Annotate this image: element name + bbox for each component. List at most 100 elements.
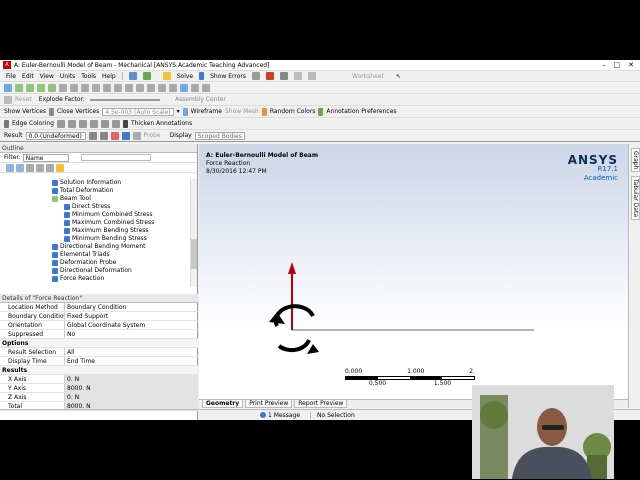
cursor-select-icon[interactable]: ↖ — [396, 73, 401, 80]
tree-item[interactable]: Deformation Probe — [0, 259, 190, 267]
tree-item[interactable]: Beam Tool — [0, 195, 190, 203]
tab-graph[interactable]: Graph — [631, 148, 640, 173]
next-view-icon[interactable] — [169, 83, 177, 92]
close-button[interactable]: ✕ — [628, 61, 634, 69]
reset-button[interactable]: Reset — [15, 96, 32, 103]
tree-sort-icon[interactable] — [46, 164, 54, 172]
link-icon[interactable] — [251, 72, 260, 80]
edge-style-2-icon[interactable] — [67, 119, 76, 128]
show-vertices-button[interactable]: Show Vertices — [4, 108, 46, 115]
contour-icon[interactable] — [88, 131, 97, 140]
details-row[interactable]: Orientation Global Coordinate System — [0, 321, 198, 330]
tree-folder-icon[interactable] — [56, 164, 64, 172]
menu-tools[interactable]: Tools — [81, 73, 96, 80]
iso-view-icon[interactable] — [180, 83, 188, 92]
filter-search-input[interactable] — [80, 154, 151, 161]
tree-scrollbar[interactable] — [190, 179, 197, 287]
tree-item[interactable]: Solution Information — [0, 179, 190, 187]
details-row[interactable]: Display Time End Time — [0, 357, 198, 366]
details-row[interactable]: Location Method Boundary Condition — [0, 303, 198, 312]
convert-icon[interactable] — [81, 83, 89, 92]
dropdown-arrow-icon[interactable]: ▾ — [177, 108, 180, 115]
menu-view[interactable]: View — [40, 73, 54, 80]
menu-edit[interactable]: Edit — [22, 73, 34, 80]
tree-item[interactable]: Minimum Bending Stress — [0, 235, 190, 243]
solve-button[interactable]: Solve — [177, 73, 193, 80]
select-mode-icon[interactable] — [4, 83, 12, 92]
tree-item[interactable]: Directional Deformation — [0, 267, 190, 275]
messages-status[interactable]: 1 Message — [260, 412, 300, 419]
filter-dropdown[interactable]: Name — [22, 153, 69, 162]
stop-icon[interactable] — [265, 72, 274, 80]
paste-icon[interactable] — [307, 72, 316, 80]
pin-icon[interactable] — [279, 72, 288, 80]
tree-item[interactable]: Elemental Triads — [0, 251, 190, 259]
tree-expand-icon[interactable] — [6, 164, 14, 172]
scoped-bodies-dropdown[interactable]: Scoped Bodies — [194, 131, 245, 140]
box-zoom-icon[interactable] — [125, 83, 133, 92]
menu-help[interactable]: Help — [102, 73, 116, 80]
edge-style-3-icon[interactable] — [78, 119, 87, 128]
random-colors-button[interactable]: Random Colors — [270, 108, 316, 115]
details-row[interactable]: X Axis 0. N — [0, 375, 198, 384]
viewport-layout-icon[interactable] — [202, 83, 210, 92]
new-analysis-icon[interactable] — [128, 72, 137, 80]
show-errors-button[interactable]: Show Errors — [210, 73, 246, 80]
assembly-center-dropdown[interactable]: Assembly Center — [175, 96, 226, 103]
previous-view-icon[interactable] — [158, 83, 166, 92]
tree-item[interactable]: Total Deformation — [0, 187, 190, 195]
tree-item[interactable]: Minimum Combined Stress — [0, 211, 190, 219]
zoom-icon[interactable] — [114, 83, 122, 92]
zoom-to-fit-icon[interactable] — [136, 83, 144, 92]
scale-dropdown[interactable]: 4.5e-003 (Auto Scale) — [102, 107, 174, 116]
edges-icon[interactable] — [99, 131, 108, 140]
annotation-preferences-button[interactable]: Annotation Preferences — [326, 108, 396, 115]
tab-report-preview[interactable]: Report Preview — [294, 400, 348, 408]
worksheet-button[interactable]: Worksheet — [352, 73, 384, 80]
vector-icon[interactable] — [132, 131, 141, 140]
result-scale-dropdown[interactable]: 0.0 (Undeformed) — [25, 131, 86, 140]
edge-style-1-icon[interactable] — [56, 119, 65, 128]
copy-icon[interactable] — [293, 72, 302, 80]
explode-factor-slider[interactable] — [89, 98, 160, 101]
menu-file[interactable]: File — [6, 73, 16, 80]
details-row[interactable]: Suppressed No — [0, 330, 198, 339]
show-mesh-button[interactable]: Show Mesh — [225, 108, 259, 115]
tree-item[interactable]: Force Reaction — [0, 275, 190, 283]
vertex-select-icon[interactable] — [15, 83, 23, 92]
max-min-icon[interactable] — [110, 131, 119, 140]
graphics-viewport[interactable]: A: Euler-Bernoulli Model of Beam Force R… — [199, 144, 628, 408]
edge-style-4-icon[interactable] — [89, 119, 98, 128]
tree-item[interactable]: Direct Stress — [0, 203, 190, 211]
close-vertices-button[interactable]: Close Vertices — [57, 108, 99, 115]
tree-collapse-icon[interactable] — [16, 164, 24, 172]
set-view-icon[interactable] — [191, 83, 199, 92]
legend-icon[interactable] — [121, 131, 130, 140]
face-select-icon[interactable] — [37, 83, 45, 92]
details-row[interactable]: Y Axis 8000. N — [0, 384, 198, 393]
tree-item[interactable]: Maximum Bending Stress — [0, 227, 190, 235]
select-by-icon[interactable] — [70, 83, 78, 92]
body-select-icon[interactable] — [48, 83, 56, 92]
tab-print-preview[interactable]: Print Preview — [245, 400, 293, 408]
minimize-button[interactable]: – — [602, 61, 606, 69]
maximize-button[interactable]: □ — [614, 61, 621, 69]
edge-style-6-icon[interactable] — [111, 119, 120, 128]
tree-search-icon[interactable] — [36, 164, 44, 172]
wireframe-button[interactable]: Wireframe — [191, 108, 222, 115]
thicken-annotations-button[interactable]: Thicken Annotations — [131, 120, 192, 127]
tab-tabular-data[interactable]: Tabular Data — [631, 176, 640, 221]
details-row[interactable]: Z Axis 0. N — [0, 393, 198, 402]
probe-button[interactable]: Probe — [144, 132, 161, 139]
pan-icon[interactable] — [103, 83, 111, 92]
tab-geometry[interactable]: Geometry — [202, 400, 244, 408]
edge-coloring-button[interactable]: Edge Coloring — [12, 120, 54, 127]
edge-style-5-icon[interactable] — [100, 119, 109, 128]
menu-units[interactable]: Units — [60, 73, 75, 80]
tree-item[interactable]: Maximum Combined Stress — [0, 219, 190, 227]
extend-selection-icon[interactable] — [59, 83, 67, 92]
details-row[interactable]: Result Selection All — [0, 348, 198, 357]
tree-item[interactable]: Directional Bending Moment — [0, 243, 190, 251]
tree-filter-icon[interactable] — [26, 164, 34, 172]
rotate-view-icon[interactable] — [92, 83, 100, 92]
